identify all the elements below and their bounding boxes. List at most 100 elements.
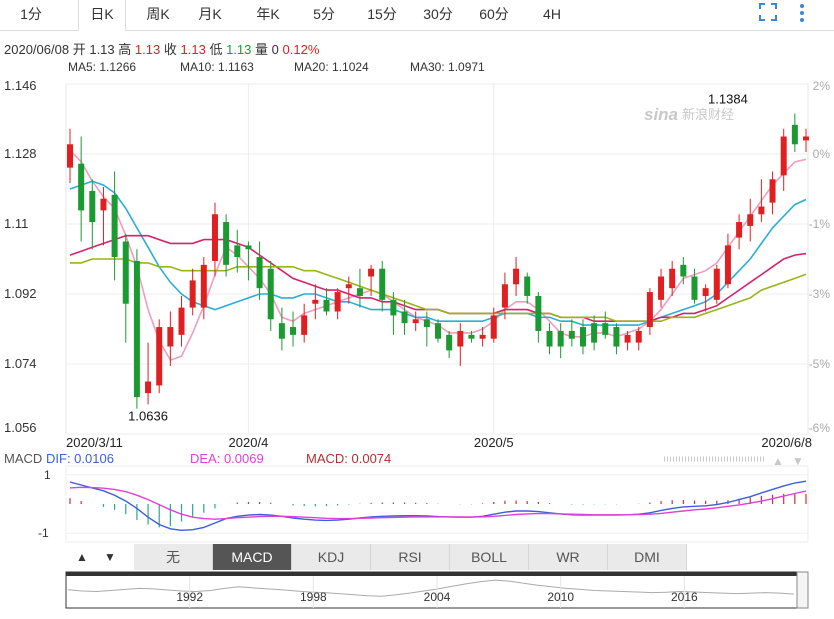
macd-y-tick: 1	[44, 468, 51, 482]
candle-body	[256, 257, 263, 289]
y-tick-label: 1.092	[4, 286, 37, 301]
candle-body	[401, 311, 408, 324]
candle-body	[490, 315, 497, 339]
candle-body	[67, 144, 73, 168]
candle-body	[234, 245, 241, 258]
dif-legend: DIF: 0.0106	[46, 451, 114, 466]
y-tick-label: 1.056	[4, 420, 37, 435]
candle-body	[457, 330, 464, 347]
candle-body	[658, 276, 665, 300]
candle-body	[156, 327, 163, 386]
right-tick-label: 2%	[813, 79, 831, 93]
candle-body	[345, 284, 352, 289]
candle-body	[78, 163, 85, 211]
candle-body	[579, 327, 586, 347]
candle-body	[211, 214, 218, 261]
macd-frame	[65, 465, 809, 543]
candle-body	[178, 307, 185, 335]
candle-body	[334, 292, 341, 312]
candle-body	[145, 381, 152, 394]
candle-body	[635, 330, 642, 343]
right-tick-label: -5%	[809, 357, 831, 371]
dif-line	[69, 480, 807, 532]
candle-body	[646, 292, 653, 328]
candle-body	[501, 284, 508, 308]
candle-body	[568, 330, 575, 339]
candle-body	[747, 214, 754, 226]
candle-body	[691, 276, 698, 300]
candle-body	[267, 268, 274, 320]
candle-body	[245, 245, 252, 250]
y-tick-label: 1.074	[4, 356, 37, 371]
candle-body	[379, 268, 386, 300]
candle-body	[200, 264, 207, 308]
navigator-label: 1992	[176, 590, 203, 604]
candle-body	[301, 315, 308, 335]
right-tick-label: -1%	[809, 217, 831, 231]
candle-body	[468, 334, 475, 339]
candle-body	[446, 334, 453, 351]
indicator-tab-2[interactable]: KDJ	[292, 544, 371, 570]
candle-body	[546, 330, 553, 347]
x-tick-label: 2020/3/11	[66, 435, 123, 450]
candle-body	[122, 241, 129, 304]
candle-body	[713, 268, 720, 300]
candle-body	[702, 288, 709, 296]
navigator-top-bar	[66, 572, 808, 576]
candle-body	[111, 194, 118, 258]
y-tick-label: 1.11	[4, 216, 28, 231]
candle-body	[323, 299, 330, 312]
navigator-label: 2010	[547, 590, 574, 604]
watermark-logo: sina	[644, 105, 678, 124]
candle-body	[189, 280, 196, 308]
candle-body	[724, 245, 731, 285]
candle-body	[412, 319, 419, 324]
candle-body	[390, 299, 397, 316]
candle-body	[557, 330, 564, 347]
macd-legend: MACD: 0.0074	[306, 451, 391, 466]
candle-body	[680, 264, 687, 277]
indicator-tab-5[interactable]: WR	[529, 544, 608, 570]
x-tick-label: 2020/5	[474, 435, 514, 450]
candle-body	[591, 323, 598, 343]
indicator-tab-0[interactable]: 无	[134, 544, 213, 570]
candle-body	[791, 124, 798, 145]
navigator-handle[interactable]	[796, 571, 809, 609]
candle-body	[312, 299, 319, 304]
candle-body	[356, 288, 363, 296]
candlestick-chart[interactable]: 1.146 1.128 1.11 1.092 1.074 1.056 2% 0% -1% -3% -…	[0, 0, 834, 619]
indicator-tab-3[interactable]: RSI	[371, 544, 450, 570]
candle-body	[613, 327, 620, 347]
watermark: 新浪财经	[682, 107, 734, 122]
candle-body	[524, 276, 531, 296]
dea-line	[69, 486, 807, 520]
expand-icon: ▼	[792, 454, 804, 468]
candle-body	[435, 323, 441, 339]
indicator-tab-6[interactable]: DMI	[608, 544, 687, 570]
indicator-tab-1[interactable]: MACD	[213, 544, 292, 570]
right-tick-label: -6%	[809, 421, 831, 435]
candle-body	[769, 179, 776, 203]
navigator-label: 2004	[424, 590, 451, 604]
candle-body	[535, 295, 542, 331]
indicator-tab-4[interactable]: BOLL	[450, 544, 529, 570]
candle-body	[167, 327, 174, 347]
candle-body	[100, 198, 107, 211]
candle-body	[290, 327, 297, 335]
candle-body	[736, 222, 743, 238]
candle-body	[479, 334, 486, 339]
macd-title: MACD	[4, 451, 42, 466]
zoom-up-button[interactable]: ▲	[72, 546, 92, 568]
right-tick-label: -3%	[809, 287, 831, 301]
zoom-down-button[interactable]: ▼	[100, 546, 120, 568]
macd-y-tick: -1	[38, 526, 49, 540]
ma10-line	[69, 180, 807, 326]
candle-body	[513, 268, 520, 285]
price-annotation: 1.0636	[128, 408, 168, 423]
collapse-icon: ▲	[772, 454, 784, 468]
candle-body	[133, 260, 140, 398]
candle-body	[758, 206, 765, 215]
y-tick-label: 1.128	[4, 146, 37, 161]
candle-body	[669, 268, 676, 289]
candle-body	[278, 323, 285, 339]
